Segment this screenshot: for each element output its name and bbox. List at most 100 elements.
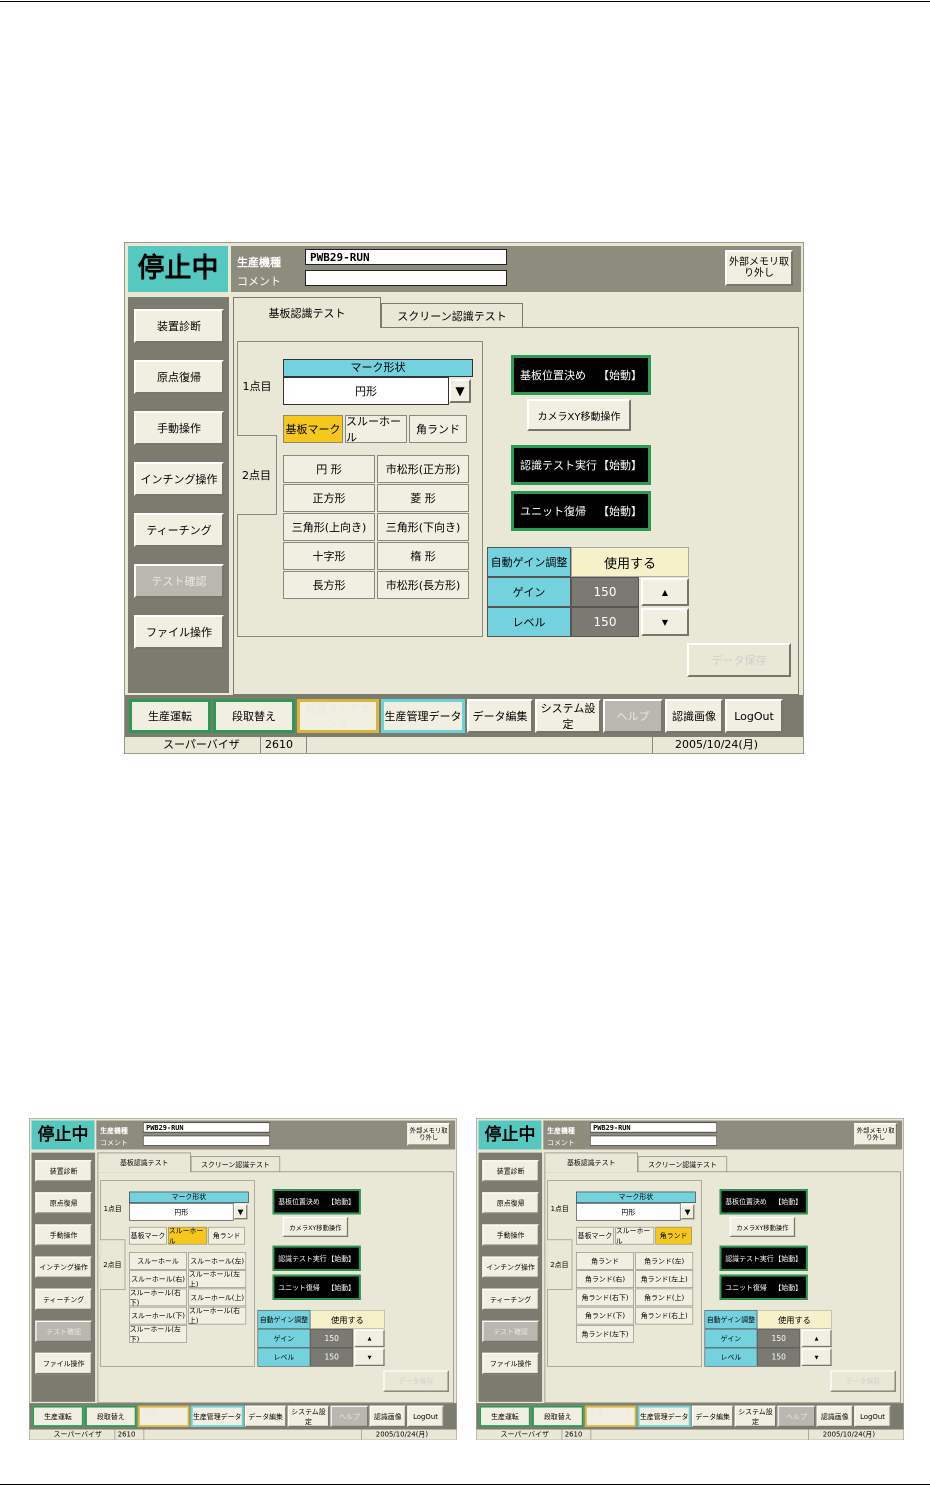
auto-gain-value[interactable]: 使用する: [310, 1309, 385, 1329]
tab-screen-recognition[interactable]: スクリーン認識テスト: [190, 1156, 281, 1172]
mark-type-2[interactable]: 角ランド: [655, 1226, 692, 1245]
point-1-label[interactable]: 1点目: [547, 1194, 572, 1223]
board-positioning-button[interactable]: 基板位置決め 【始動】: [511, 355, 651, 395]
bottom-button-1[interactable]: 段取替え: [532, 1405, 584, 1428]
shape-option[interactable]: 角ランド(右上): [635, 1306, 694, 1325]
bottom-button-7[interactable]: 認識画像: [665, 699, 723, 733]
tab-board-recognition[interactable]: 基板認識テスト: [233, 297, 381, 328]
sidebar-item-3[interactable]: インチング操作: [482, 1256, 539, 1278]
data-save-button[interactable]: データ保存: [687, 643, 791, 677]
bottom-button-4[interactable]: データ編集: [467, 699, 533, 733]
external-memory-button[interactable]: 外部メモリ取り外し: [725, 250, 793, 286]
shape-option[interactable]: スルーホール(上): [188, 1288, 247, 1307]
point-2-tab[interactable]: 2点目: [237, 435, 277, 515]
shape-option[interactable]: 三角形(上向き): [283, 513, 375, 541]
bottom-button-3[interactable]: 生産管理データ: [637, 1405, 691, 1428]
sidebar-item-4[interactable]: ティーチング: [134, 513, 224, 547]
mark-type-1[interactable]: スルーホール: [615, 1226, 655, 1245]
shape-option[interactable]: 角ランド(左下): [576, 1325, 634, 1343]
bottom-button-6[interactable]: ヘルプ: [330, 1405, 369, 1428]
board-positioning-button[interactable]: 基板位置決め 【始動】: [272, 1189, 361, 1215]
sidebar-item-4[interactable]: ティーチング: [35, 1288, 92, 1310]
gain-value[interactable]: 150: [310, 1328, 354, 1348]
mark-type-0[interactable]: 基板マーク: [283, 415, 343, 443]
bottom-button-7[interactable]: 認識画像: [369, 1405, 407, 1428]
shape-option[interactable]: 正方形: [283, 484, 375, 512]
shape-option[interactable]: スルーホール(左上): [188, 1270, 247, 1289]
point-1-label[interactable]: 1点目: [237, 363, 277, 409]
shape-option[interactable]: 角ランド(左): [635, 1252, 694, 1270]
bottom-button-3[interactable]: 生産管理データ: [381, 699, 465, 733]
model-field[interactable]: PWB29-RUN: [305, 249, 507, 265]
gain-value[interactable]: 150: [571, 577, 639, 607]
increase-icon[interactable]: ▲: [354, 1329, 385, 1348]
level-value[interactable]: 150: [571, 607, 639, 637]
mark-shape-select[interactable]: 円形: [129, 1202, 234, 1221]
shape-option[interactable]: 円 形: [283, 455, 375, 483]
bottom-button-5[interactable]: システム設定: [287, 1405, 330, 1428]
increase-icon[interactable]: ▲: [641, 578, 689, 606]
auto-gain-value[interactable]: 使用する: [571, 547, 689, 577]
shape-option[interactable]: 楕 形: [377, 542, 469, 570]
comment-field[interactable]: [589, 1135, 718, 1146]
sidebar-item-0[interactable]: 装置診断: [35, 1160, 92, 1182]
unit-return-button[interactable]: ユニット復帰 【始動】: [511, 491, 651, 531]
sidebar-item-0[interactable]: 装置診断: [482, 1160, 539, 1182]
bottom-button-5[interactable]: システム設定: [535, 699, 601, 733]
mark-shape-select[interactable]: 円形: [283, 377, 449, 405]
sidebar-item-5[interactable]: テスト確認: [35, 1320, 92, 1343]
recognition-test-button[interactable]: 認識テスト実行 【始動】: [511, 445, 651, 485]
data-save-button[interactable]: データ保存: [830, 1370, 896, 1392]
recognition-test-button[interactable]: 認識テスト実行 【始動】: [272, 1245, 361, 1271]
sidebar-item-0[interactable]: 装置診断: [134, 309, 224, 343]
bottom-button-6[interactable]: ヘルプ: [603, 699, 663, 733]
external-memory-button[interactable]: 外部メモリ取り外し: [407, 1123, 451, 1146]
shape-option[interactable]: 十字形: [283, 542, 375, 570]
shape-option[interactable]: 菱 形: [377, 484, 469, 512]
increase-icon[interactable]: ▲: [801, 1329, 832, 1348]
bottom-button-2[interactable]: 装置メンテナンス: [584, 1405, 637, 1428]
shape-option[interactable]: 角ランド(上): [635, 1288, 694, 1307]
sidebar-item-4[interactable]: ティーチング: [482, 1288, 539, 1310]
unit-return-button[interactable]: ユニット復帰 【始動】: [719, 1274, 808, 1300]
shape-option[interactable]: 市松形(正方形): [377, 455, 469, 483]
sidebar-item-3[interactable]: インチング操作: [35, 1256, 92, 1278]
shape-option[interactable]: 角ランド(右下): [576, 1288, 634, 1307]
model-field[interactable]: PWB29-RUN: [142, 1122, 271, 1133]
tab-board-recognition[interactable]: 基板認識テスト: [97, 1152, 191, 1173]
mark-type-2[interactable]: 角ランド: [208, 1226, 245, 1245]
shape-option[interactable]: スルーホール(下): [129, 1306, 187, 1325]
bottom-button-1[interactable]: 段取替え: [213, 699, 295, 733]
board-positioning-button[interactable]: 基板位置決め 【始動】: [719, 1189, 808, 1215]
bottom-button-0[interactable]: 生産運転: [129, 699, 211, 733]
level-value[interactable]: 150: [310, 1347, 354, 1367]
bottom-button-0[interactable]: 生産運転: [32, 1405, 84, 1428]
shape-option[interactable]: 角ランド(左上): [635, 1270, 694, 1288]
shape-option[interactable]: スルーホール(右上): [188, 1306, 247, 1325]
shape-option[interactable]: スルーホール(右下): [129, 1288, 187, 1307]
decrease-icon[interactable]: ▼: [801, 1348, 832, 1366]
comment-field[interactable]: [142, 1135, 271, 1146]
sidebar-item-5[interactable]: テスト確認: [482, 1320, 539, 1343]
decrease-icon[interactable]: ▼: [354, 1348, 385, 1366]
bottom-button-7[interactable]: 認識画像: [816, 1405, 854, 1428]
bottom-button-8[interactable]: LogOut: [854, 1405, 891, 1428]
unit-return-button[interactable]: ユニット復帰 【始動】: [272, 1274, 361, 1300]
auto-gain-value[interactable]: 使用する: [757, 1309, 832, 1329]
mark-type-0[interactable]: 基板マーク: [576, 1226, 614, 1245]
shape-option[interactable]: スルーホール(左下): [129, 1325, 187, 1343]
shape-option[interactable]: 三角形(下向き): [377, 513, 469, 541]
sidebar-item-2[interactable]: 手動操作: [35, 1224, 92, 1246]
sidebar-item-1[interactable]: 原点復帰: [482, 1192, 539, 1214]
shape-option[interactable]: 角ランド: [576, 1252, 634, 1270]
bottom-button-4[interactable]: データ編集: [244, 1405, 287, 1428]
comment-field[interactable]: [305, 270, 507, 286]
sidebar-item-2[interactable]: 手動操作: [134, 411, 224, 445]
bottom-button-8[interactable]: LogOut: [725, 699, 783, 733]
bottom-button-5[interactable]: システム設定: [734, 1405, 777, 1428]
mark-type-1[interactable]: スルーホール: [168, 1226, 208, 1245]
level-value[interactable]: 150: [757, 1347, 801, 1367]
chevron-down-icon[interactable]: ▼: [680, 1204, 695, 1220]
external-memory-button[interactable]: 外部メモリ取り外し: [854, 1123, 898, 1146]
shape-option[interactable]: スルーホール: [129, 1252, 187, 1270]
